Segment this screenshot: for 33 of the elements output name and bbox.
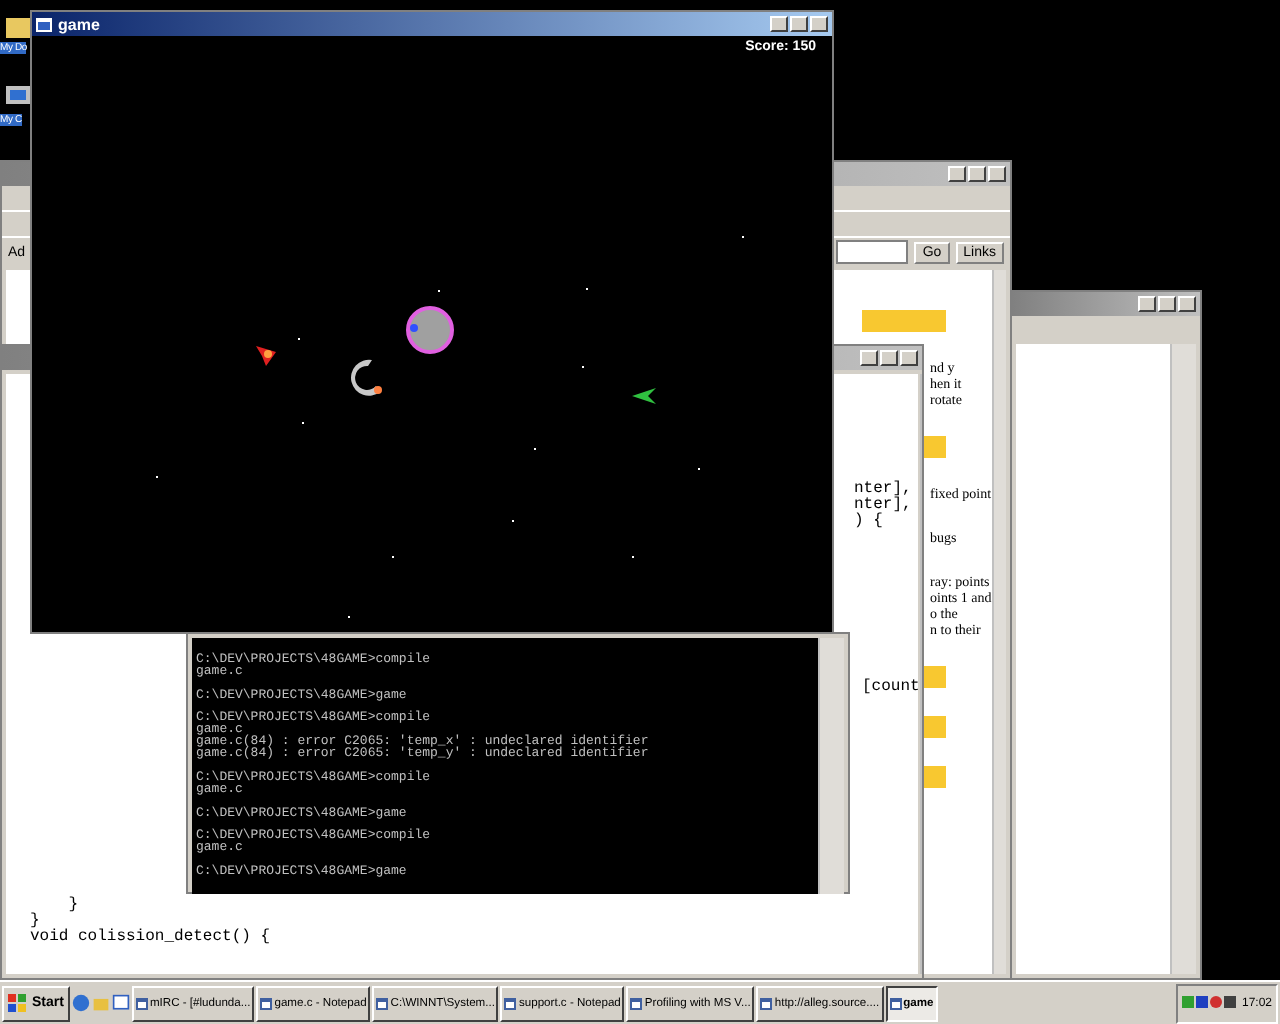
code-line: nter], (854, 482, 912, 498)
windows-logo-icon (8, 993, 28, 1013)
maximize-button[interactable] (790, 16, 808, 32)
window-icon (630, 997, 643, 1009)
planet-icon (404, 304, 456, 356)
scrollbar[interactable] (991, 270, 1006, 974)
address-field[interactable] (836, 240, 909, 264)
code-line: } (66, 898, 81, 914)
heading-bar (862, 310, 946, 332)
globe-icon[interactable] (71, 994, 90, 1012)
scrollbar[interactable] (919, 374, 922, 974)
desktop-icon (4, 12, 32, 40)
window-icon (135, 997, 148, 1009)
scrollbar[interactable] (818, 638, 844, 894)
window-icon (376, 997, 389, 1009)
tray-icons-drawing (1181, 996, 1238, 1010)
window-icon (760, 997, 773, 1009)
scrollbar[interactable] (1170, 344, 1196, 974)
window-icon (889, 997, 902, 1009)
code-line: nter], (854, 498, 912, 514)
window-icon (504, 997, 517, 1009)
window-icon (36, 17, 52, 31)
enemy-ship-icon (252, 340, 280, 368)
window-icon (260, 997, 273, 1009)
window-title: game (58, 15, 100, 33)
code-line: ) { (854, 514, 883, 530)
desktop-icon[interactable] (111, 994, 130, 1012)
code-line: } (30, 914, 40, 930)
code-line: [count (862, 680, 920, 696)
dart-ship-icon (630, 384, 658, 408)
code-line: void colission_detect() { (30, 930, 273, 946)
close-button[interactable] (810, 16, 828, 32)
minimize-button[interactable] (770, 16, 788, 32)
